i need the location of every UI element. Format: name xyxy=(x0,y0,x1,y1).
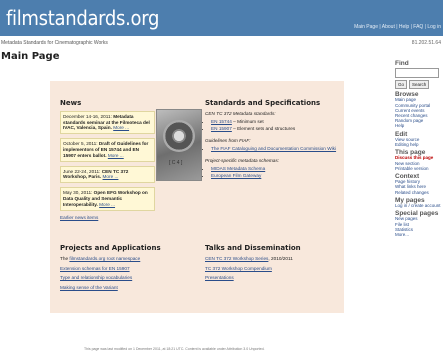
guidelines-intro: Guidelines from FIAF: xyxy=(205,138,251,144)
standards-heading: Standards and Specifications xyxy=(205,99,321,107)
standard-link[interactable]: MIDAS Metadata Schema xyxy=(211,166,265,171)
standard-list-item: European Film Gateway xyxy=(211,173,345,179)
ip-address: 81.202.51.64 xyxy=(411,40,441,46)
namespace-link[interactable]: filmstandards.org root namespace xyxy=(69,256,140,261)
footer-text: This page was last modified on 1 Decembe… xyxy=(84,347,265,351)
news-item: June 22-24, 2011: CEN TC 372 Workshop, P… xyxy=(60,165,155,184)
news-item: May 30, 2011: Open EFG Workshop on Data … xyxy=(60,187,155,211)
talks-section: Talks and Dissemination CEN TC 372 Works… xyxy=(205,244,340,285)
sidebar-link[interactable]: Help xyxy=(395,123,443,128)
standard-list-item: EN 15907 – Element sets and structures xyxy=(211,126,345,132)
workshop-compendium-link[interactable]: TC 372 Workshop Compendium xyxy=(205,266,272,271)
header-bar: filmstandards.org Main Page | About | He… xyxy=(0,0,443,36)
sidebar-link[interactable]: Log in / create account xyxy=(395,203,443,208)
film-reel-image: [ C 4 ] xyxy=(156,109,202,181)
projects-heading: Projects and Applications xyxy=(60,244,161,252)
site-tagline: Metadata Standards for Cinematographic W… xyxy=(1,40,108,46)
workshop-series-line: CEN TC 372 Workshop Series, 2010/2011 xyxy=(205,256,340,262)
news-date: June 22-24, 2011: xyxy=(63,168,101,174)
standard-link[interactable]: European Film Gateway xyxy=(211,173,261,178)
news-section: News December 14-16, 2011: Metadata stan… xyxy=(60,99,155,221)
news-date: October 5, 2011: xyxy=(63,141,98,147)
search-button[interactable]: Search xyxy=(409,80,430,90)
project-link[interactable]: Type and relationship vocabularies xyxy=(60,275,132,280)
news-more-link[interactable]: More ... xyxy=(113,125,129,130)
namespace-prefix: The xyxy=(60,255,70,261)
standard-desc: – Minimum set xyxy=(231,118,264,124)
news-date: May 30, 2011: xyxy=(63,190,93,196)
page-title: Main Page xyxy=(1,51,60,62)
top-links[interactable]: Main Page | About | Help | FAQ | Log in xyxy=(354,24,441,30)
presentations-link[interactable]: Presentations xyxy=(205,275,234,280)
standard-link[interactable]: EN 15907 xyxy=(211,126,232,131)
sidebar: Find Go Search Browse Main page Community … xyxy=(395,58,443,237)
standard-desc: – Element sets and structures xyxy=(231,126,296,132)
workshop-series-link[interactable]: CEN TC 372 Workshop Series xyxy=(205,256,268,261)
standard-list-item: MIDAS Metadata Schema xyxy=(211,166,345,172)
news-more-link[interactable]: More ... xyxy=(103,174,119,179)
sidebar-link[interactable]: More... xyxy=(395,232,443,237)
workshop-series-years: , 2010/2011 xyxy=(268,255,293,261)
sidebar-link[interactable]: Editing help xyxy=(395,142,443,147)
sidebar-link[interactable]: Printable version xyxy=(395,166,443,171)
project-link[interactable]: Making sense of the Variant xyxy=(60,285,118,290)
standard-list-item: EN 15744 – Minimum set xyxy=(211,119,345,125)
talks-heading: Talks and Dissemination xyxy=(205,244,301,252)
earlier-news-link[interactable]: Earlier news items xyxy=(60,215,155,221)
image-label: [ C 4 ] xyxy=(169,160,183,166)
project-link[interactable]: Extension schemas for EN 15907 xyxy=(60,266,130,271)
standards-section: Standards and Specifications CEN TC 372 … xyxy=(205,99,345,185)
projects-section: Projects and Applications The filmstanda… xyxy=(60,244,190,295)
find-heading: Find xyxy=(395,60,409,67)
news-date: December 14-16, 2011: xyxy=(63,113,112,119)
news-heading: News xyxy=(60,99,82,107)
news-more-link[interactable]: More ... xyxy=(108,153,124,158)
project-intro: Project-specific metadata schemas: xyxy=(205,157,279,163)
sidebar-link[interactable]: Related changes xyxy=(395,190,443,195)
standard-link[interactable]: EN 15744 xyxy=(211,119,232,124)
site-logo[interactable]: filmstandards.org xyxy=(6,6,159,30)
reel-icon xyxy=(163,120,195,152)
standard-link[interactable]: The FIAF Cataloguing and Documentation C… xyxy=(211,146,336,151)
news-item: October 5, 2011: Draft of Guidelines for… xyxy=(60,138,155,162)
go-button[interactable]: Go xyxy=(395,80,408,90)
standards-intro: CEN TC 372 Metadata standards: xyxy=(205,110,276,116)
news-item: December 14-16, 2011: Metadata standards… xyxy=(60,110,155,135)
namespace-line: The filmstandards.org root namespace xyxy=(60,256,190,262)
search-input[interactable] xyxy=(395,68,439,79)
standard-list-item: The FIAF Cataloguing and Documentation C… xyxy=(211,146,345,152)
news-more-link[interactable]: More ... xyxy=(99,202,115,207)
